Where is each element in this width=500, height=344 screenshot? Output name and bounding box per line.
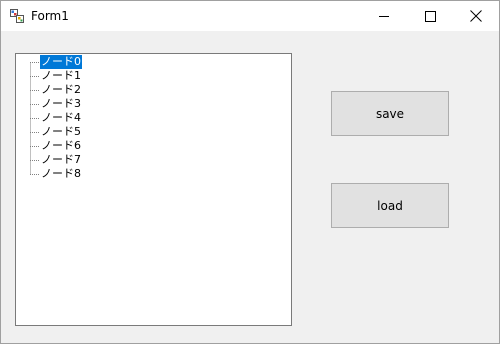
title-bar[interactable]: Form1 — [1, 1, 499, 31]
tree-node[interactable]: ノード7 — [40, 153, 82, 167]
tree-node[interactable]: ノード2 — [40, 83, 82, 97]
close-icon — [470, 10, 482, 22]
tree-view[interactable]: ノード0 ノード1 ノード2 ノード3 ノード4 ノード5 ノード6 ノード7 ノード8 — [15, 53, 292, 326]
minimize-button[interactable] — [361, 1, 407, 31]
tree-node[interactable]: ノード8 — [40, 167, 82, 181]
form1-window: Form1 ノード0 ノード1 ノード2 ノード3 ノード4 ノード5 ノード6 ノード7 ノー… — [0, 0, 500, 344]
tree-node[interactable]: ノード3 — [40, 97, 82, 111]
tree-node[interactable]: ノード4 — [40, 111, 82, 125]
tree-node[interactable]: ノード5 — [40, 125, 82, 139]
maximize-icon — [424, 10, 436, 22]
winforms-app-icon — [10, 9, 24, 23]
tree-node[interactable]: ノード6 — [40, 139, 82, 153]
load-button[interactable]: load — [331, 183, 449, 228]
tree-node[interactable]: ノード1 — [40, 69, 82, 83]
minimize-icon — [379, 16, 389, 17]
save-button[interactable]: save — [331, 91, 449, 136]
window-title: Form1 — [31, 9, 69, 23]
maximize-button[interactable] — [407, 1, 453, 31]
close-button[interactable] — [453, 1, 499, 31]
tree-node[interactable]: ノード0 — [40, 55, 82, 69]
